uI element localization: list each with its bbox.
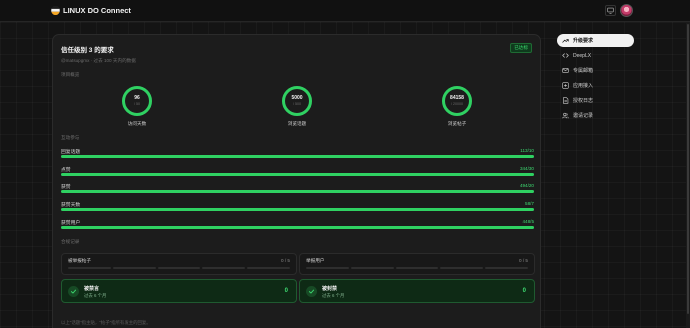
silenced-box: 被禁言 过去 6 个月 0 [61, 279, 297, 303]
display-toggle-button[interactable] [605, 5, 616, 16]
ring-label: 浏览帖子 [447, 121, 467, 126]
check-icon [68, 286, 79, 297]
bar-value: 58/7 [525, 201, 534, 206]
sidebar-item-label: 专属邮箱 [573, 68, 594, 74]
ring-chart [442, 86, 472, 116]
users-icon [561, 112, 569, 120]
bar-likes-given: 点赞 344/30 [61, 166, 534, 178]
progress-track [61, 190, 534, 193]
bar-value: 494/20 [519, 183, 534, 188]
ring-posts-viewed: 84158 / 20000 [441, 85, 473, 117]
segment-bar [306, 267, 528, 269]
flagged-users-box: 举报用户 0 / 5 [299, 253, 535, 275]
ring-value: 5000 [291, 95, 303, 101]
card-subtitle: @matsupgmx · 过去 100 天内的数据 [61, 58, 136, 63]
mail-icon [561, 67, 569, 75]
box-subtitle: 过去 6 个月 [322, 293, 345, 298]
bar-liked-days: 获赞天数 58/7 [61, 201, 534, 213]
sidebar-item-mail[interactable]: 专属邮箱 [557, 64, 634, 77]
bar-label: 获赞用户 [61, 221, 81, 226]
sidebar-item-label: 升级要求 [573, 38, 594, 44]
progress-fill [61, 226, 534, 229]
sidebar-item-label: 应用接入 [573, 83, 594, 89]
ring-requirement: / 500 [293, 102, 301, 106]
box-count: 0 / 5 [519, 258, 528, 263]
bar-label: 回复话题 [61, 150, 81, 155]
ring-visit-days: 96 / 50 [121, 85, 153, 117]
section-label-overview: 项目概览 [61, 72, 80, 77]
box-title: 被禁言 [84, 286, 100, 292]
progress-fill [61, 173, 534, 176]
ring-requirement: / 50 [134, 102, 140, 106]
box-count: 0 [522, 288, 526, 294]
box-title: 被封禁 [322, 286, 338, 292]
user-avatar[interactable] [620, 4, 633, 17]
app-title[interactable]: LINUX DO Connect [63, 6, 131, 15]
box-subtitle: 过去 6 个月 [84, 293, 107, 298]
top-bar: LINUX DO Connect [0, 0, 690, 22]
bar-value: 113/10 [520, 148, 534, 153]
bar-label: 获赞天数 [61, 203, 81, 208]
ring-topics-viewed: 5000 / 500 [281, 85, 313, 117]
bar-liked-users: 获赞用户 448/5 [61, 219, 534, 231]
bar-label: 点赞 [61, 168, 71, 173]
code-icon [561, 52, 569, 60]
ring-label: 访问天数 [127, 121, 147, 126]
linuxdo-logo[interactable] [51, 6, 60, 15]
box-label: 举报用户 [306, 258, 325, 263]
progress-track [61, 173, 534, 176]
bar-label: 获赞 [61, 185, 71, 190]
bar-value: 448/5 [522, 219, 535, 224]
sidebar-item-invites[interactable]: 邀请记录 [557, 109, 634, 122]
box-count: 0 [284, 288, 288, 294]
sidebar-item-deeplx[interactable]: DeepLX [557, 49, 634, 62]
progress-fill [61, 190, 534, 193]
sidebar-item-label: DeepLX [573, 52, 592, 59]
app-icon [561, 82, 569, 90]
progress-fill [61, 155, 534, 158]
sidebar-item-upgrade-requirements[interactable]: 升级要求 [557, 34, 634, 47]
page-scrollbar[interactable] [686, 22, 690, 328]
segment-bar [68, 267, 290, 269]
trend-up-icon [561, 37, 569, 45]
suspended-box: 被封禁 过去 6 个月 0 [299, 279, 535, 303]
bar-value: 344/30 [519, 166, 534, 171]
ring-label: 浏览话题 [287, 121, 307, 126]
section-label-violations: 合规记录 [61, 239, 80, 244]
progress-track [61, 208, 534, 211]
status-badge: 已达标 [510, 43, 532, 53]
sidebar-item-label: 邀请记录 [573, 113, 594, 119]
ring-requirement: / 20000 [451, 102, 463, 106]
section-label-interaction: 互动参与 [61, 135, 80, 140]
box-label: 被举报帖子 [68, 258, 91, 263]
bar-likes-received: 获赞 494/20 [61, 183, 534, 195]
sidebar-item-label: 授权日志 [573, 98, 594, 104]
sidebar-item-apps[interactable]: 应用接入 [557, 79, 634, 92]
footnote: 以上"话题"指主贴，"帖子"指所有发主的回复。 [61, 320, 151, 325]
check-icon [306, 286, 317, 297]
scrollbar-thumb[interactable] [687, 24, 689, 314]
ring-value: 96 [134, 95, 140, 101]
monitor-icon [607, 7, 614, 14]
progress-track [61, 226, 534, 229]
ring-value: 84158 [450, 95, 464, 101]
sidebar-item-auth-log[interactable]: 授权日志 [557, 94, 634, 107]
progress-fill [61, 208, 534, 211]
flagged-posts-box: 被举报帖子 0 / 5 [61, 253, 297, 275]
box-count: 0 / 5 [281, 258, 290, 263]
card-title: 信任级别 3 的要求 [61, 47, 114, 54]
progress-track [61, 155, 534, 158]
bar-reply-topics: 回复话题 113/10 [61, 148, 534, 160]
document-icon [561, 97, 569, 105]
ring-chart [122, 86, 152, 116]
ring-chart [282, 86, 312, 116]
trust-level-card: 信任级别 3 的要求 @matsupgmx · 过去 100 天内的数据 已达标… [52, 34, 541, 328]
